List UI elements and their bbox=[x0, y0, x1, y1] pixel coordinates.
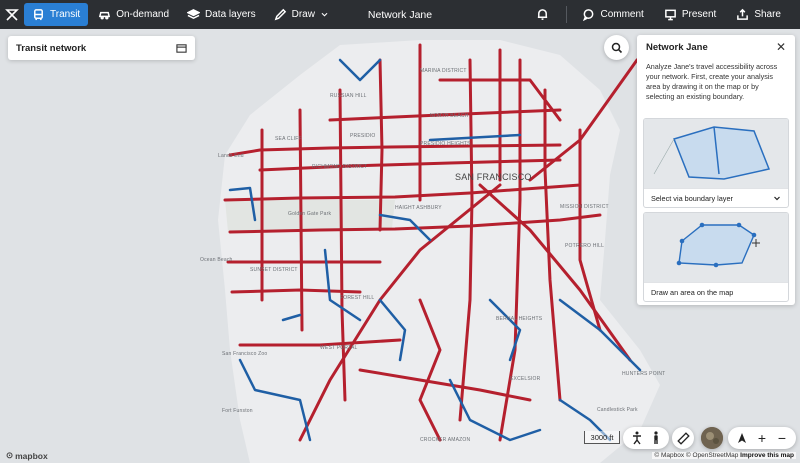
chevron-down-icon bbox=[774, 196, 780, 201]
draw-area-option[interactable]: Draw an area on the map bbox=[643, 212, 789, 302]
land-area bbox=[218, 40, 660, 463]
transit-network-title: Transit network bbox=[16, 42, 87, 54]
map-label: FOREST HILL bbox=[340, 295, 375, 301]
share-button[interactable]: Share bbox=[729, 3, 788, 26]
boundary-option-label: Select via boundary layer bbox=[651, 193, 733, 203]
tab-on-demand-label: On-demand bbox=[116, 9, 170, 20]
compass-icon[interactable] bbox=[733, 429, 751, 447]
map-label: Candlestick Park bbox=[597, 407, 638, 413]
present-label: Present bbox=[681, 9, 717, 20]
zoom-in-button[interactable]: + bbox=[753, 429, 771, 447]
search-icon bbox=[611, 42, 622, 53]
panel-toggle-icon[interactable] bbox=[176, 43, 187, 54]
map-label: SEA CLIFF bbox=[275, 136, 302, 142]
share-label: Share bbox=[754, 9, 781, 20]
map-label: Fort Funston bbox=[222, 408, 253, 414]
present-icon bbox=[664, 9, 676, 21]
map-label: MISSION DISTRICT bbox=[560, 204, 609, 210]
comment-label: Comment bbox=[600, 9, 644, 20]
boundary-layer-option[interactable]: Select via boundary layer bbox=[643, 118, 789, 208]
mapbox-logo[interactable]: ⊙ mapbox bbox=[6, 450, 48, 461]
map-label: San Francisco Zoo bbox=[222, 351, 268, 357]
map-label: PRESIDIO HEIGHTS bbox=[420, 141, 471, 147]
close-icon[interactable]: ✕ bbox=[776, 40, 786, 54]
map-label: HAIGHT ASHBURY bbox=[395, 205, 442, 211]
basemap-toggle-button[interactable] bbox=[701, 427, 723, 449]
tab-transit-label: Transit bbox=[50, 9, 81, 20]
draw-option-label: Draw an area on the map bbox=[651, 287, 734, 297]
improve-map-link[interactable]: Improve this map bbox=[740, 452, 794, 459]
route-red bbox=[298, 108, 304, 332]
scale-bar: 3000 ft bbox=[584, 431, 620, 444]
map-label: PRESIDIO bbox=[350, 133, 376, 139]
comment-icon bbox=[583, 9, 594, 21]
boundary-thumbnail bbox=[644, 119, 788, 188]
tab-transit[interactable]: Transit bbox=[24, 3, 89, 26]
layers-icon bbox=[187, 9, 201, 20]
map-label: RICHMOND DISTRICT bbox=[312, 164, 368, 170]
mapbox-brand-text: mapbox bbox=[15, 450, 48, 461]
tab-on-demand[interactable]: On-demand bbox=[90, 3, 177, 26]
map-label: BERNAL HEIGHTS bbox=[496, 316, 543, 322]
map-label: CROCKER AMAZON bbox=[420, 437, 471, 443]
draw-area-thumbnail bbox=[644, 213, 788, 282]
map-search-button[interactable] bbox=[604, 35, 629, 60]
app-logo-icon[interactable] bbox=[0, 0, 24, 29]
present-button[interactable]: Present bbox=[657, 3, 723, 26]
panel-title: Network Jane bbox=[646, 41, 708, 53]
panel-description: Analyze Jane's travel accessibility acro… bbox=[646, 62, 778, 101]
attribution-text[interactable]: © Mapbox © OpenStreetMap bbox=[654, 452, 738, 459]
map-label: EXCELSIOR bbox=[510, 376, 541, 382]
pedestrian-icon[interactable] bbox=[647, 429, 665, 447]
measure-button[interactable] bbox=[672, 427, 694, 449]
map-label: Golden Gate Park bbox=[288, 211, 332, 217]
map-label: WEST PORTAL bbox=[320, 345, 358, 351]
tab-draw[interactable]: Draw bbox=[266, 3, 337, 26]
map-label: HUNTERS POINT bbox=[622, 371, 666, 377]
divider bbox=[566, 6, 568, 23]
map-label-city: SAN FRANCISCO bbox=[455, 172, 532, 182]
share-icon bbox=[737, 8, 749, 20]
mapbox-logo-icon: ⊙ bbox=[6, 450, 14, 460]
tab-data-layers-label: Data layers bbox=[205, 9, 256, 20]
map-label: SUNSET DISTRICT bbox=[250, 267, 298, 273]
street-view-controls bbox=[623, 427, 669, 449]
comment-button[interactable]: Comment bbox=[575, 3, 650, 26]
car-icon bbox=[99, 11, 111, 20]
top-bar: Transit On-demand Data layers Draw Netwo… bbox=[0, 0, 800, 29]
pencil-icon bbox=[274, 8, 286, 21]
tab-draw-label: Draw bbox=[291, 9, 315, 20]
transit-network-card[interactable]: Transit network bbox=[8, 36, 195, 60]
satellite-thumbnail-icon bbox=[701, 427, 723, 449]
zoom-out-button[interactable]: − bbox=[773, 429, 791, 447]
analysis-panel: Network Jane ✕ Analyze Jane's travel acc… bbox=[637, 35, 795, 305]
map-label: MARINA DISTRICT bbox=[420, 68, 467, 74]
bell-icon bbox=[538, 9, 548, 20]
chevron-down-icon bbox=[321, 12, 328, 17]
tab-data-layers[interactable]: Data layers bbox=[179, 3, 264, 26]
map-label: RUSSIAN HILL bbox=[330, 93, 367, 99]
notifications-button[interactable] bbox=[529, 3, 556, 26]
map-label: Ocean Beach bbox=[200, 257, 233, 263]
zoom-controls: + − bbox=[728, 427, 796, 449]
accessibility-icon[interactable] bbox=[628, 429, 646, 447]
map-label: Lands End bbox=[218, 153, 244, 159]
map-label: NORTH BEACH bbox=[430, 113, 469, 119]
map-attribution: © Mapbox © OpenStreetMap Improve this ma… bbox=[652, 452, 796, 459]
bus-icon bbox=[34, 9, 43, 21]
map-label: POTRERO HILL bbox=[565, 243, 605, 249]
ruler-icon bbox=[676, 431, 690, 445]
